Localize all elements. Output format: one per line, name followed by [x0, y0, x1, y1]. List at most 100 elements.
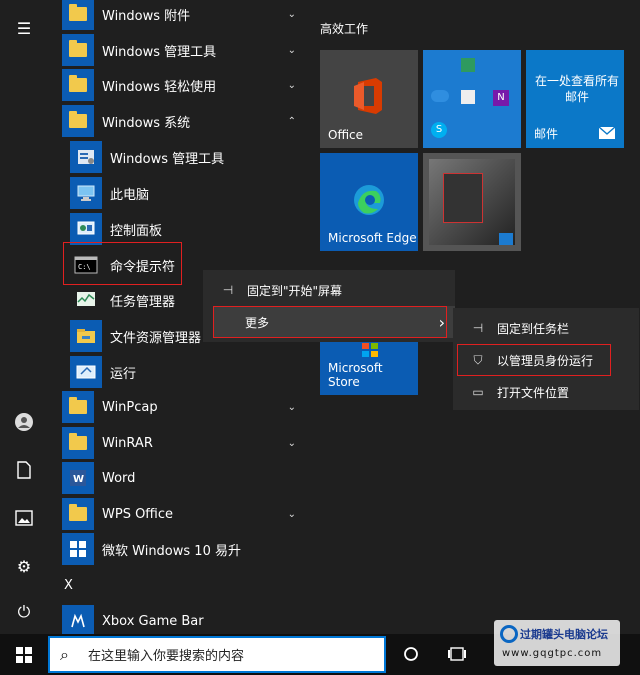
app-item-label: Windows 管理工具	[102, 44, 217, 60]
chevron-down-icon: ⌄	[287, 437, 296, 449]
chevron-up-icon: ⌃	[287, 115, 296, 127]
app-item-label: 此电脑	[110, 187, 150, 203]
app-item-label: WPS Office	[102, 506, 174, 522]
skype-mini-icon: S	[431, 122, 447, 138]
submenu: ⊣ 固定到任务栏 ⛉ 以管理员身份运行 ▭ 打开文件位置	[453, 308, 639, 410]
app-item-label: 微软 Windows 10 易升	[102, 543, 241, 559]
app-item-admin-tools-sub[interactable]: Windows 管理工具	[48, 139, 310, 175]
user-avatar-icon[interactable]	[12, 410, 36, 434]
edge-logo-icon	[354, 185, 384, 215]
settings-gear-icon[interactable]: ⚙	[12, 554, 36, 578]
store-logo-icon	[362, 342, 378, 357]
menu-item-pin-to-taskbar[interactable]: ⊣ 固定到任务栏	[453, 312, 639, 344]
folder-icon	[62, 0, 94, 30]
menu-item-open-file-location[interactable]: ▭ 打开文件位置	[453, 376, 639, 408]
menu-item-label: 固定到"开始"屏幕	[247, 283, 343, 298]
menu-item-label: 固定到任务栏	[497, 321, 570, 336]
folder-open-icon: ▭	[472, 385, 484, 399]
folder-icon	[62, 34, 94, 66]
file-explorer-icon	[70, 320, 102, 352]
menu-item-label: 打开文件位置	[497, 385, 570, 400]
onenote-mini-icon: N	[493, 90, 509, 106]
power-icon[interactable]: ⏻	[12, 600, 36, 624]
menu-item-pin-to-start[interactable]: ⊣ 固定到"开始"屏幕	[203, 274, 455, 306]
folder-icon	[62, 498, 94, 530]
watermark-title: 过期罐头电脑论坛	[520, 628, 608, 641]
tile-office[interactable]: Office	[320, 50, 418, 148]
tile-group-title: 高效工作	[320, 22, 369, 36]
highlight-box-more	[213, 306, 447, 338]
hamburger-menu-icon[interactable]: ☰	[12, 16, 36, 40]
pictures-icon[interactable]	[12, 506, 36, 530]
app-item-label: Windows 管理工具	[110, 151, 225, 167]
chevron-down-icon: ⌄	[287, 44, 296, 56]
search-icon: ⌕	[60, 644, 69, 664]
tile-label: Microsoft Store	[328, 361, 383, 389]
app-item-windows-admin-tools[interactable]: Windows 管理工具 ⌄	[48, 32, 310, 68]
task-view-icon[interactable]	[447, 644, 467, 664]
pin-icon: ⊣	[222, 283, 234, 297]
outlook-mini-icon	[461, 90, 475, 104]
task-manager-icon	[70, 284, 102, 316]
svg-text:W: W	[73, 474, 84, 485]
mail-tile-message: 在一处查看所有	[534, 74, 619, 88]
app-item-label: 运行	[110, 366, 137, 382]
app-item-this-pc[interactable]: 此电脑	[48, 175, 310, 211]
app-item-label: Xbox Game Bar	[102, 613, 204, 629]
highlight-box-run-as-admin	[457, 344, 611, 376]
search-placeholder: 在这里输入你要搜索的内容	[88, 649, 245, 664]
app-item-label: 任务管理器	[110, 294, 176, 310]
chevron-down-icon: ⌄	[287, 401, 296, 413]
mail-envelope-icon	[598, 126, 616, 139]
app-item-label: WinRAR	[102, 435, 153, 451]
app-item-win10-upgrade[interactable]: 微软 Windows 10 易升	[48, 531, 310, 567]
admin-tools-icon	[70, 141, 102, 173]
app-item-label: WinPcap	[102, 399, 158, 415]
app-item-windows-system[interactable]: Windows 系统 ⌃	[48, 103, 310, 139]
watermark-url: www.gqgtpc.com	[502, 648, 603, 659]
xbox-icon	[62, 605, 94, 637]
watermark-logo-icon	[500, 625, 518, 643]
app-item-run[interactable]: 运行	[48, 354, 310, 390]
run-icon	[70, 356, 102, 388]
highlight-box-command-prompt	[63, 242, 182, 285]
computer-icon	[70, 177, 102, 209]
app-item-word[interactable]: W Word	[48, 460, 310, 496]
app-item-label: Windows 附件	[102, 8, 191, 24]
app-item-windows-accessories[interactable]: Windows 附件 ⌄	[48, 0, 310, 32]
onedrive-mini-icon	[431, 90, 449, 102]
section-letter-x[interactable]: X	[64, 578, 73, 593]
mail-tile-message-2: 邮件	[564, 90, 589, 104]
folder-icon	[62, 391, 94, 423]
app-item-label: Windows 轻松使用	[102, 79, 217, 95]
chevron-down-icon: ⌄	[287, 508, 296, 520]
windows-logo-icon	[62, 533, 94, 565]
context-menu: ⊣ 固定到"开始"屏幕 更多 ›	[203, 270, 455, 342]
tile-label: Microsoft Edge	[328, 231, 417, 245]
documents-icon[interactable]	[12, 458, 36, 482]
app-item-label: Word	[102, 470, 136, 486]
app-item-label: Windows 系统	[102, 115, 191, 131]
tile-office-apps-group[interactable]: N S	[423, 50, 521, 148]
start-button[interactable]	[0, 634, 48, 675]
office-logo-icon	[354, 78, 382, 114]
folder-icon	[62, 427, 94, 459]
pin-icon: ⊣	[472, 321, 484, 335]
tile-label: 邮件	[534, 127, 559, 141]
cortana-icon[interactable]	[401, 644, 421, 664]
chevron-down-icon: ⌄	[287, 79, 296, 91]
app-item-winpcap[interactable]: WinPcap ⌄	[48, 389, 310, 425]
app-item-winrar[interactable]: WinRAR ⌄	[48, 425, 310, 461]
tile-microsoft-edge[interactable]: Microsoft Edge	[320, 153, 418, 251]
tile-mail[interactable]: 在一处查看所有 邮件 邮件	[526, 50, 624, 148]
start-left-rail: ☰ ⚙ ⏻	[0, 0, 48, 634]
tile-microsoft-store[interactable]: Microsoft Store	[320, 337, 418, 395]
app-item-wps-office[interactable]: WPS Office ⌄	[48, 496, 310, 532]
folder-icon	[62, 105, 94, 137]
app-item-label: 文件资源管理器	[110, 330, 202, 346]
photos-app-icon	[499, 233, 513, 245]
tile-label: Office	[328, 128, 364, 142]
taskbar-search-box[interactable]: ⌕ 在这里输入你要搜索的内容	[48, 636, 386, 673]
tile-photos[interactable]	[423, 153, 521, 251]
app-item-windows-ease-of-access[interactable]: Windows 轻松使用 ⌄	[48, 67, 310, 103]
